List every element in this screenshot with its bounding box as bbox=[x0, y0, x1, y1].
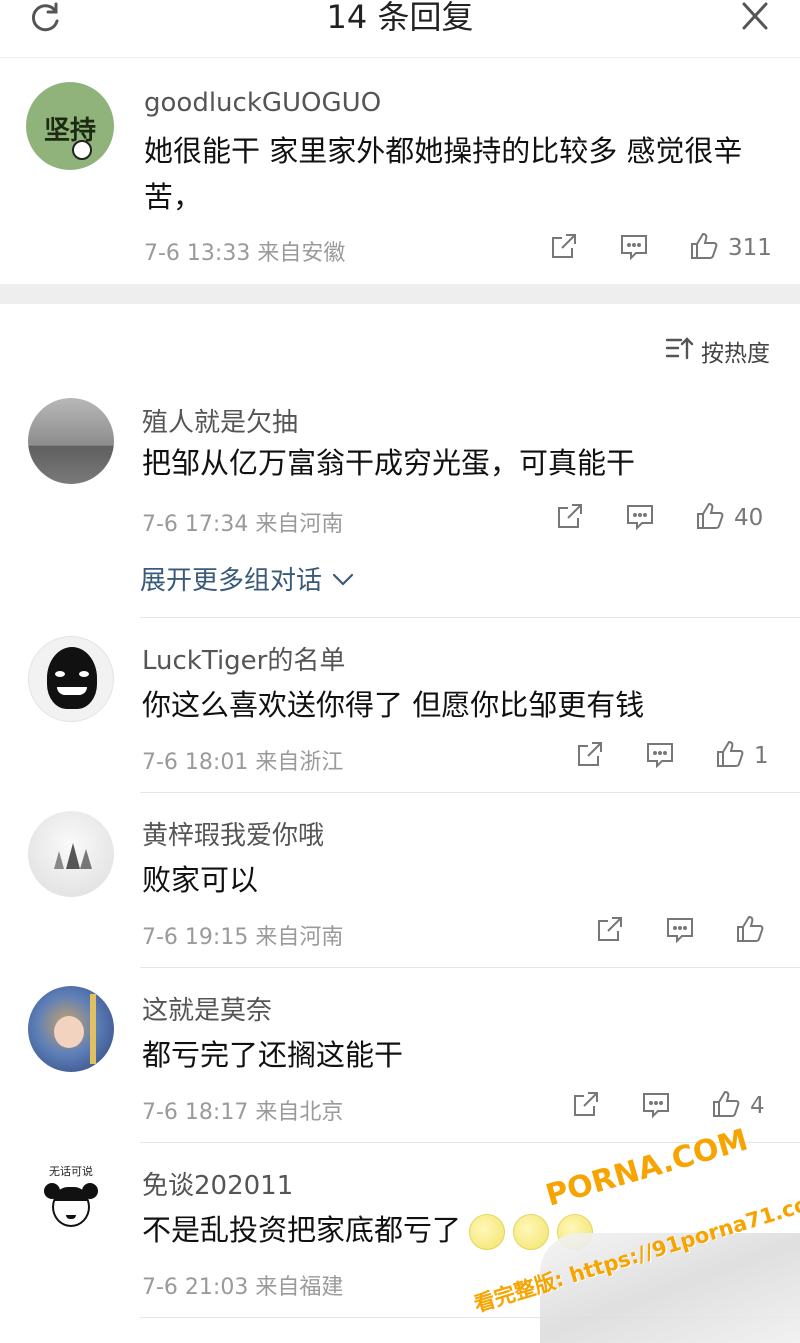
like-count: 4 bbox=[750, 1093, 765, 1119]
row-divider bbox=[140, 792, 800, 793]
thumbs-up-icon bbox=[710, 1088, 742, 1124]
list-item: 无话可说 免谈202011 不是乱投资把家底都亏了 7-6 21:03 来自福建 bbox=[0, 1145, 800, 1317]
comment-icon bbox=[624, 500, 656, 536]
row-divider bbox=[140, 967, 800, 968]
share-icon bbox=[548, 230, 580, 266]
comment-text: 败家可以 bbox=[142, 863, 259, 897]
share-button[interactable] bbox=[594, 913, 626, 949]
avatar[interactable]: 坚持 bbox=[26, 82, 114, 170]
comment-text: 不是乱投资把家底都亏了 bbox=[142, 1207, 792, 1253]
list-item: 这就是莫奈 都亏完了还搁这能干 7-6 18:17 来自北京 4 bbox=[0, 970, 800, 1142]
comment-meta: 7-6 17:34 来自河南 bbox=[142, 512, 344, 537]
reply-button[interactable] bbox=[664, 913, 696, 949]
header-bar: 14 条回复 bbox=[0, 0, 800, 58]
reply-button[interactable] bbox=[644, 738, 676, 774]
expand-label: 展开更多组对话 bbox=[140, 566, 323, 596]
like-button[interactable]: 4 bbox=[710, 1088, 765, 1124]
section-divider bbox=[0, 284, 800, 304]
comment-icon bbox=[618, 230, 650, 266]
thumbs-up-icon bbox=[734, 913, 766, 949]
expand-conversation-link[interactable]: 展开更多组对话 bbox=[140, 560, 354, 597]
reply-button[interactable] bbox=[624, 500, 656, 536]
like-button[interactable] bbox=[734, 913, 774, 949]
avatar-decoration bbox=[72, 140, 92, 160]
like-count: 1 bbox=[754, 743, 769, 769]
comment-text: 把邹从亿万富翁干成穷光蛋，可真能干 bbox=[142, 446, 636, 480]
share-icon bbox=[594, 913, 626, 949]
avatar[interactable] bbox=[28, 986, 114, 1072]
page-title: 14 条回复 bbox=[326, 0, 474, 36]
sort-toggle[interactable]: 按热度 bbox=[665, 334, 770, 368]
commenter-name[interactable]: LuckTiger的名单 bbox=[142, 640, 345, 677]
thumbs-up-icon bbox=[714, 738, 746, 774]
comment-meta: 7-6 13:33 来自安徽 bbox=[144, 241, 346, 266]
share-icon bbox=[554, 500, 586, 536]
reply-button[interactable] bbox=[640, 1088, 672, 1124]
avatar[interactable]: 无话可说 bbox=[28, 1161, 114, 1247]
list-item: LuckTiger的名单 你这么喜欢送你得了 但愿你比邹更有钱 7-6 18:0… bbox=[0, 620, 800, 792]
share-button[interactable] bbox=[570, 1088, 602, 1124]
emoji-icon bbox=[557, 1214, 594, 1250]
commenter-name[interactable]: goodluckGUOGUO bbox=[144, 88, 381, 118]
row-divider bbox=[140, 1317, 800, 1318]
row-divider bbox=[140, 617, 800, 618]
share-button[interactable] bbox=[574, 738, 606, 774]
chevron-down-icon bbox=[332, 564, 354, 594]
avatar-lettering: 无话可说 bbox=[49, 1165, 93, 1178]
thumbs-up-icon bbox=[688, 230, 720, 266]
commenter-name[interactable]: 殖人就是欠抽 bbox=[142, 402, 298, 439]
emoji-icon bbox=[469, 1214, 506, 1250]
like-count: 311 bbox=[728, 235, 772, 261]
share-button[interactable] bbox=[548, 230, 580, 266]
comment-meta: 7-6 18:01 来自浙江 bbox=[142, 750, 344, 775]
comment-meta: 7-6 18:17 来自北京 bbox=[142, 1100, 344, 1125]
close-icon[interactable] bbox=[735, 0, 775, 34]
thumbs-up-icon bbox=[694, 500, 726, 536]
comment-actions: 1 bbox=[574, 738, 769, 774]
comment-meta: 7-6 21:03 来自福建 bbox=[142, 1275, 344, 1300]
row-divider bbox=[140, 1142, 800, 1143]
emoji-icon bbox=[513, 1214, 550, 1250]
like-button[interactable]: 311 bbox=[688, 230, 772, 266]
like-count: 40 bbox=[734, 505, 764, 531]
root-comment: 坚持 goodluckGUOGUO 她很能干 家里家外都她操持的比较多 感觉很辛… bbox=[0, 58, 800, 284]
reply-button[interactable] bbox=[618, 230, 650, 266]
share-icon bbox=[570, 1088, 602, 1124]
comment-actions: 311 bbox=[548, 230, 772, 266]
avatar[interactable] bbox=[28, 811, 114, 897]
comment-actions bbox=[594, 913, 774, 949]
list-item: 黄梓瑕我爱你哦 败家可以 7-6 19:15 来自河南 bbox=[0, 795, 800, 967]
comment-actions: 4 bbox=[570, 1088, 765, 1124]
comment-text: 都亏完了还搁这能干 bbox=[142, 1038, 404, 1072]
comment-text: 她很能干 家里家外都她操持的比较多 感觉很辛苦， bbox=[144, 134, 743, 214]
share-icon bbox=[574, 738, 606, 774]
commenter-name[interactable]: 这就是莫奈 bbox=[142, 990, 272, 1027]
like-button[interactable]: 40 bbox=[694, 500, 763, 536]
comment-actions: 40 bbox=[554, 500, 763, 536]
avatar[interactable] bbox=[28, 398, 114, 484]
comment-icon bbox=[640, 1088, 672, 1124]
share-button[interactable] bbox=[554, 500, 586, 536]
comment-icon bbox=[644, 738, 676, 774]
comment-meta: 7-6 19:15 来自河南 bbox=[142, 925, 344, 950]
avatar-lettering: 坚持 bbox=[43, 116, 96, 146]
commenter-name[interactable]: 黄梓瑕我爱你哦 bbox=[142, 815, 324, 852]
list-item: 殖人就是欠抽 把邹从亿万富翁干成穷光蛋，可真能干 7-6 17:34 来自河南 … bbox=[0, 382, 800, 620]
commenter-name[interactable]: 免谈202011 bbox=[142, 1165, 293, 1202]
comment-text: 你这么喜欢送你得了 但愿你比邹更有钱 bbox=[142, 688, 645, 722]
comment-text-content: 不是乱投资把家底都亏了 bbox=[142, 1213, 462, 1247]
avatar[interactable] bbox=[28, 636, 114, 722]
sort-label: 按热度 bbox=[701, 341, 770, 367]
comment-icon bbox=[664, 913, 696, 949]
sort-icon bbox=[665, 334, 695, 368]
like-button[interactable]: 1 bbox=[714, 738, 769, 774]
